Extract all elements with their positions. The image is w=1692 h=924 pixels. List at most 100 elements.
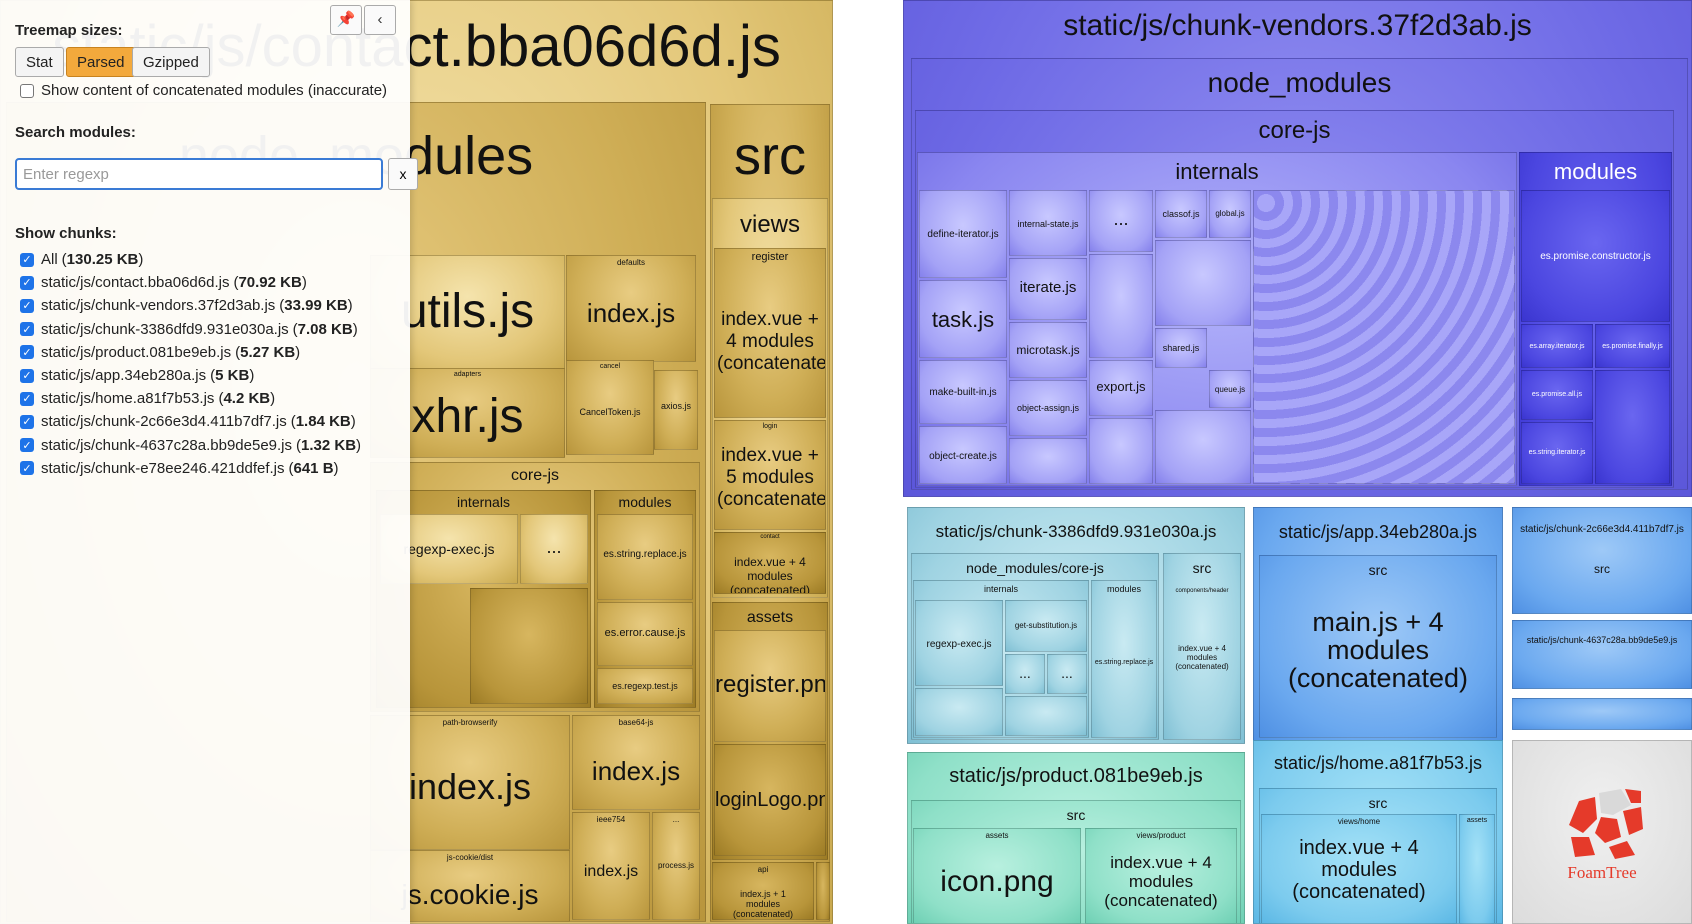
chunk-checkbox[interactable]: ✓ [20, 322, 34, 337]
pin-button[interactable]: 📌 [330, 5, 362, 35]
chunk-item[interactable]: ✓ static/js/app.34eb280a.js(5 KB) [20, 367, 254, 384]
vendors-es-promise-constructor[interactable]: es.promise.constructor.js [1521, 190, 1670, 322]
contact-ieee754[interactable]: ieee754 index.js [572, 812, 650, 920]
c3386-get-substitution[interactable]: get-substitution.js [1005, 600, 1087, 652]
vendors-microtask-js[interactable]: microtask.js [1009, 322, 1087, 378]
c3386-regexp-exec[interactable]: regexp-exec.js [915, 600, 1003, 686]
c3386-src[interactable]: src components/header index.vue + 4 modu… [1163, 553, 1241, 740]
search-title: Search modules: [15, 124, 136, 141]
contact-process-js[interactable]: ... process.js [652, 812, 700, 920]
c3386-internals-more-b[interactable]: ... [1047, 654, 1087, 694]
c3386-internals-small-b[interactable] [1005, 696, 1087, 736]
chunk-size: 4.2 KB [223, 390, 271, 408]
vendors-internals-small-a[interactable] [1009, 438, 1087, 484]
chunk-checkbox[interactable]: ✓ [20, 298, 34, 313]
chunk-item[interactable]: ✓ All(130.25 KB) [20, 251, 143, 268]
contact-es-string-replace[interactable]: es.string.replace.js [597, 514, 693, 600]
chunk-size: 641 B [293, 459, 334, 477]
vendors-classof[interactable]: classof.js [1155, 190, 1207, 238]
foamtree-label: FoamTree [1567, 863, 1637, 882]
c3386-internals-more-a[interactable]: ... [1005, 654, 1045, 694]
vendors-export-js[interactable]: export.js [1089, 360, 1153, 416]
contact-es-error-cause[interactable]: es.error.cause.js [597, 602, 693, 666]
contact-internals-more[interactable]: ... [520, 514, 588, 584]
vendors-task-js[interactable]: task.js [919, 280, 1007, 358]
contact-es-regexp-test[interactable]: es.regexp.test.js [597, 668, 693, 704]
contact-axios-js[interactable]: axios.js [654, 370, 698, 450]
chunk-checkbox[interactable]: ✓ [20, 391, 34, 406]
chunk-checkbox[interactable]: ✓ [20, 414, 34, 429]
vendors-iterate-js[interactable]: iterate.js [1009, 258, 1087, 320]
chunk-checkbox[interactable]: ✓ [20, 438, 34, 453]
chunk-item[interactable]: ✓ static/js/chunk-e78ee246.421ddfef.js(64… [20, 460, 339, 477]
chunk-item[interactable]: ✓ static/js/chunk-3386dfd9.931e030a.js(7.… [20, 321, 358, 338]
chunk-checkbox[interactable]: ✓ [20, 252, 34, 267]
chunk-name: static/js/app.34eb280a.js [41, 367, 207, 384]
app-src[interactable]: src main.js + 4 modules (concatenated) [1259, 555, 1497, 738]
vendors-internals-small-e[interactable] [1155, 410, 1251, 484]
pin-icon: 📌 [336, 11, 356, 28]
contact-cancel[interactable]: cancel CancelToken.js [566, 360, 654, 455]
vendors-shared-js[interactable]: shared.js [1155, 328, 1207, 368]
chunk-size: 1.84 KB [295, 413, 351, 431]
home-assets[interactable]: assets [1459, 814, 1495, 924]
product-views[interactable]: views/product index.vue + 4 modules (con… [1085, 828, 1237, 924]
size-gzipped-button[interactable]: Gzipped [132, 47, 210, 77]
foamtree-panel: FoamTree [1512, 740, 1692, 924]
chunk-4637[interactable]: static/js/chunk-4637c28a.bb9de5e9.js [1512, 620, 1692, 689]
contact-register[interactable]: register index.vue + 4 modules (concaten… [714, 248, 826, 418]
contact-contact-view[interactable]: contact index.vue + 4 modules (concatena… [714, 532, 826, 594]
vendors-global-js[interactable]: global.js [1209, 190, 1251, 238]
clear-search-button[interactable]: x [388, 158, 418, 190]
chunk-item[interactable]: ✓ static/js/product.081be9eb.js(5.27 KB) [20, 344, 300, 361]
size-parsed-button[interactable]: Parsed [66, 47, 136, 77]
vendors-internals-small-b[interactable] [1089, 254, 1153, 358]
vendors-internal-state[interactable]: internal-state.js [1009, 190, 1087, 256]
contact-api[interactable]: api index.js + 1 modules (concatenated) [712, 862, 814, 920]
contact-base64-js[interactable]: base64-js index.js [572, 715, 700, 810]
vendors-queue-js[interactable]: queue.js [1209, 370, 1251, 408]
contact-login[interactable]: login index.vue + 5 modules (concatenate… [714, 420, 826, 530]
collapse-sidebar-button[interactable]: ‹ [364, 5, 396, 35]
search-input[interactable] [15, 158, 383, 190]
vendors-internals-grid[interactable] [1253, 190, 1515, 484]
chunk-item[interactable]: ✓ static/js/chunk-2c66e3d4.411b7df7.js(1.… [20, 413, 356, 430]
vendors-internals-more[interactable]: ... [1089, 190, 1153, 252]
contact-internals-small[interactable] [470, 588, 588, 704]
home-views[interactable]: views/home index.vue + 4 modules (concat… [1261, 814, 1457, 924]
chunk-item[interactable]: ✓ static/js/chunk-vendors.37f2d3ab.js(33.… [20, 297, 353, 314]
chunk-checkbox[interactable]: ✓ [20, 275, 34, 290]
size-stat-button[interactable]: Stat [15, 47, 64, 77]
concat-checkbox[interactable] [20, 83, 34, 98]
contact-utils[interactable] [816, 862, 830, 920]
chunk-2c66[interactable]: static/js/chunk-2c66e3d4.411b7df7.js src [1512, 507, 1692, 614]
vendors-object-create[interactable]: object-create.js [919, 426, 1007, 484]
vendors-es-string-iterator[interactable]: es.string.iterator.js [1521, 422, 1593, 484]
chunk-name: static/js/chunk-2c66e3d4.411b7df7.js [41, 413, 287, 431]
chunk-e78e[interactable] [1512, 698, 1692, 730]
vendors-internals-small-c[interactable] [1089, 418, 1153, 484]
chunk-item[interactable]: ✓ static/js/home.a81f7b53.js(4.2 KB) [20, 390, 275, 407]
vendors-es-promise-finally[interactable]: es.promise.finally.js [1595, 324, 1670, 368]
chunk-checkbox[interactable]: ✓ [20, 345, 34, 360]
product-assets[interactable]: assets icon.png [913, 828, 1081, 924]
chunk-item[interactable]: ✓ static/js/chunk-4637c28a.bb9de5e9.js(1.… [20, 437, 361, 454]
contact-login-logo[interactable]: loginLogo.png [714, 744, 826, 856]
chunk-checkbox[interactable]: ✓ [20, 461, 34, 476]
chunk-size: 1.32 KB [301, 436, 357, 454]
vendors-object-assign[interactable]: object-assign.js [1009, 380, 1087, 436]
vendors-make-built-in[interactable]: make-built-in.js [919, 360, 1007, 424]
vendors-define-iterator[interactable]: define-iterator.js [919, 190, 1007, 278]
vendors-es-array-iterator[interactable]: es.array.iterator.js [1521, 324, 1593, 368]
vendors-es-promise-all[interactable]: es.promise.all.js [1521, 370, 1593, 420]
contact-defaults[interactable]: defaults index.js [566, 255, 696, 362]
vendors-modules-small[interactable] [1595, 370, 1670, 484]
chunk-item[interactable]: ✓ static/js/contact.bba06d6d.js(70.92 KB) [20, 274, 307, 291]
vendors-internals-small-d[interactable] [1155, 240, 1251, 326]
concat-toggle[interactable]: Show content of concatenated modules (in… [20, 82, 387, 99]
contact-register-png[interactable]: register.png [714, 630, 826, 742]
chunk-name: static/js/chunk-4637c28a.bb9de5e9.js [41, 436, 293, 454]
chunk-checkbox[interactable]: ✓ [20, 368, 34, 383]
c3386-internals-small[interactable] [915, 688, 1003, 736]
c3386-modules[interactable]: modules es.string.replace.js [1091, 580, 1157, 738]
